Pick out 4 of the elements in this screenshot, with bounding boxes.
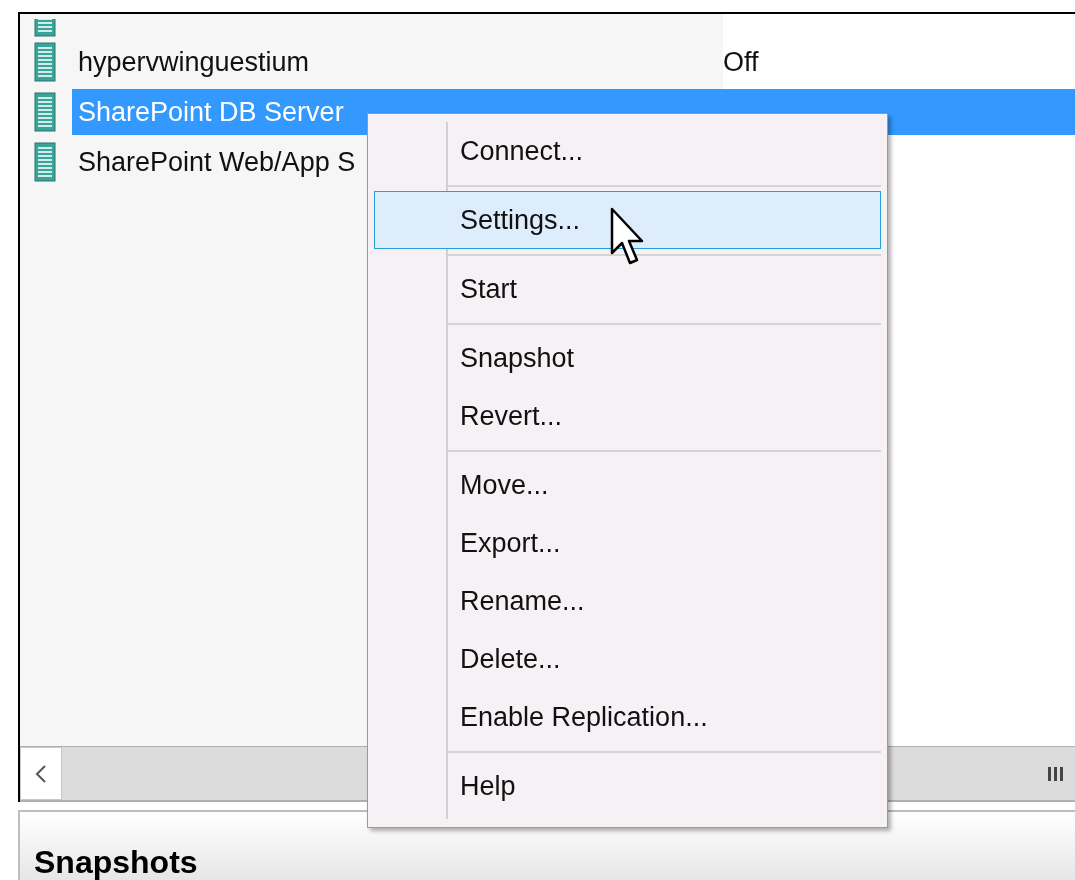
panel-title: Snapshots xyxy=(34,844,198,880)
vm-name: hypervwinguestium xyxy=(78,45,311,79)
vm-name: SharePoint DB Server xyxy=(78,95,344,129)
vm-state: Off xyxy=(723,45,759,79)
